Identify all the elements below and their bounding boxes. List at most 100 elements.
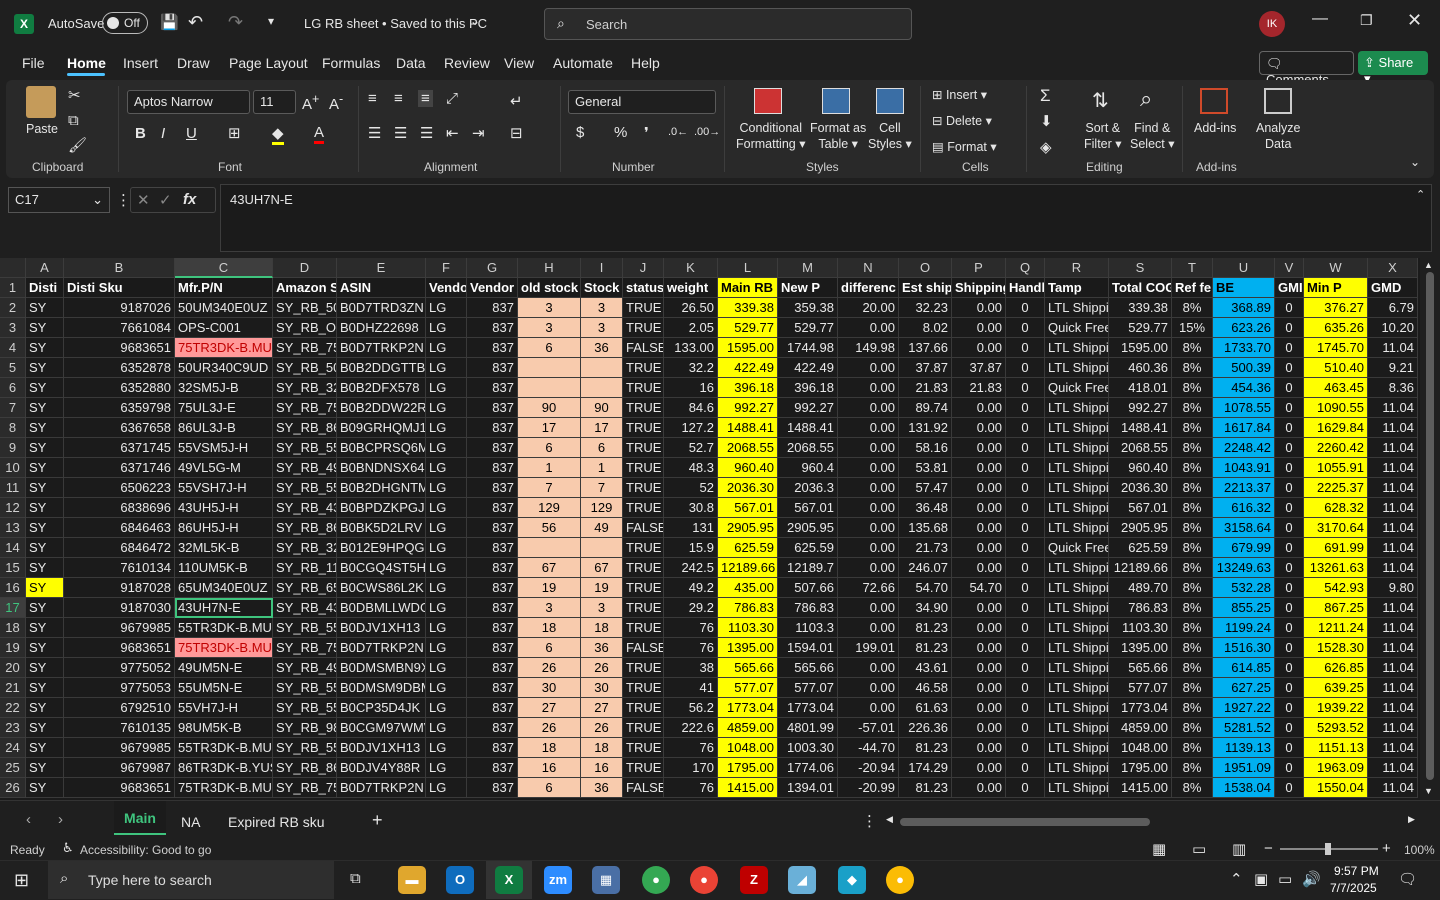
table-cell[interactable]: 6	[581, 438, 623, 458]
column-header[interactable]: M	[778, 258, 838, 278]
table-cell[interactable]: 837	[467, 358, 518, 378]
table-cell[interactable]: 786.83	[718, 598, 778, 618]
table-cell[interactable]: 2905.95	[778, 518, 838, 538]
table-cell[interactable]: 3158.64	[1213, 518, 1275, 538]
table-cell[interactable]: 0	[1006, 358, 1045, 378]
table-cell[interactable]: 0	[1006, 318, 1045, 338]
table-cell[interactable]: 0	[1275, 418, 1304, 438]
comments-button[interactable]: 🗨 Comments	[1259, 51, 1354, 87]
table-cell[interactable]: 0.00	[838, 438, 899, 458]
table-cell[interactable]: 86TR3DK-B.YUS	[175, 758, 273, 778]
table-cell[interactable]: 36.48	[899, 498, 952, 518]
table-cell[interactable]: 9679987	[64, 758, 175, 778]
tab-insert[interactable]: Insert	[123, 55, 158, 71]
table-cell[interactable]: 3	[518, 598, 581, 618]
table-cell[interactable]: 6792510	[64, 698, 175, 718]
table-cell[interactable]: 1594.01	[778, 638, 838, 658]
underline-icon[interactable]: U	[186, 125, 197, 142]
table-cell[interactable]: 2905.95	[1109, 518, 1172, 538]
table-cell[interactable]: 16	[518, 758, 581, 778]
decrease-decimal-icon[interactable]: .00→	[694, 126, 720, 138]
sort-filter-icon[interactable]: ⇅	[1092, 88, 1109, 113]
table-cell[interactable]: 0	[1275, 498, 1304, 518]
column-header[interactable]: N	[838, 258, 899, 278]
confirm-entry-icon[interactable]: ✓	[159, 191, 172, 209]
table-cell[interactable]: 6	[518, 778, 581, 798]
table-cell[interactable]: 565.66	[1109, 658, 1172, 678]
table-cell[interactable]: 7	[581, 478, 623, 498]
table-cell[interactable]: 0.00	[952, 558, 1006, 578]
table-cell[interactable]: 55VH7J-H	[175, 698, 273, 718]
font-name-select[interactable]: Aptos Narrow	[127, 90, 250, 114]
table-cell[interactable]: 38	[664, 658, 718, 678]
table-cell[interactable]: SY_RB_65U	[273, 578, 337, 598]
table-cell[interactable]: 0	[1275, 518, 1304, 538]
table-cell[interactable]: B0DHZ22698	[337, 318, 426, 338]
table-cell[interactable]: LTL Shippi	[1045, 298, 1109, 318]
table-cell[interactable]: 0.00	[952, 338, 1006, 358]
table-cell[interactable]: 11.04	[1368, 758, 1418, 778]
table-cell[interactable]: TRUE	[623, 458, 664, 478]
table-cell[interactable]: 1795.00	[1109, 758, 1172, 778]
table-cell[interactable]: SY	[26, 618, 64, 638]
table-cell[interactable]: B0B2DFX578	[337, 378, 426, 398]
tray-network-icon[interactable]: ▣	[1254, 870, 1268, 888]
table-cell[interactable]: 11.04	[1368, 658, 1418, 678]
table-cell[interactable]: LG	[426, 478, 467, 498]
table-cell[interactable]: 1048.00	[718, 738, 778, 758]
table-cell[interactable]: 0	[1006, 298, 1045, 318]
column-header[interactable]: F	[426, 258, 467, 278]
delete-cells-button[interactable]: ⊟ Delete ▾	[932, 113, 992, 129]
table-cell[interactable]: 8%	[1172, 698, 1213, 718]
table-cell[interactable]: 9775052	[64, 658, 175, 678]
column-header[interactable]: R	[1045, 258, 1109, 278]
table-cell[interactable]: TRUE	[623, 478, 664, 498]
table-cell[interactable]: LG	[426, 698, 467, 718]
table-cell[interactable]: 0	[1006, 678, 1045, 698]
table-cell[interactable]: LTL Shippi	[1045, 558, 1109, 578]
table-cell[interactable]: 3	[518, 298, 581, 318]
conditional-formatting-button[interactable]: Conditional Formatting ▾	[736, 120, 806, 152]
table-cell[interactable]: 8%	[1172, 538, 1213, 558]
table-cell[interactable]: 0	[1006, 598, 1045, 618]
header-cell[interactable]: Est ship	[899, 278, 952, 298]
table-cell[interactable]: 418.01	[1109, 378, 1172, 398]
table-cell[interactable]: 616.32	[1213, 498, 1275, 518]
table-cell[interactable]: 54.70	[899, 578, 952, 598]
table-cell[interactable]: SY	[26, 398, 64, 418]
table-cell[interactable]: 8%	[1172, 498, 1213, 518]
column-header[interactable]: G	[467, 258, 518, 278]
table-cell[interactable]: 30	[518, 678, 581, 698]
table-cell[interactable]: 422.49	[778, 358, 838, 378]
format-painter-icon[interactable]: 🖌	[68, 136, 87, 154]
table-cell[interactable]: LTL Shippi	[1045, 638, 1109, 658]
table-cell[interactable]: 2225.37	[1304, 478, 1368, 498]
table-cell[interactable]: 86UH5J-H	[175, 518, 273, 538]
table-cell[interactable]: SY	[26, 498, 64, 518]
row-header[interactable]: 26	[0, 778, 26, 798]
table-cell[interactable]: 9.80	[1368, 578, 1418, 598]
taskbar-search[interactable]: ⌕ Type here to search	[48, 861, 334, 899]
table-cell[interactable]: 0	[1006, 718, 1045, 738]
table-cell[interactable]: 11.04	[1368, 598, 1418, 618]
table-cell[interactable]: 41	[664, 678, 718, 698]
tab-help[interactable]: Help	[631, 55, 660, 71]
analyze-data-icon[interactable]	[1264, 88, 1292, 114]
taskbar-time[interactable]: 9:57 PM	[1334, 864, 1379, 878]
table-cell[interactable]: TRUE	[623, 538, 664, 558]
table-cell[interactable]: B0DMSMBN9X	[337, 658, 426, 678]
table-cell[interactable]: 0.00	[952, 778, 1006, 798]
table-cell[interactable]: 90	[581, 398, 623, 418]
table-cell[interactable]: B0DMSM9DBM	[337, 678, 426, 698]
table-cell[interactable]: 0	[1275, 298, 1304, 318]
table-cell[interactable]: 510.40	[1304, 358, 1368, 378]
autosave-toggle[interactable]: Off	[102, 12, 148, 34]
table-cell[interactable]	[518, 358, 581, 378]
column-header[interactable]: K	[664, 258, 718, 278]
table-cell[interactable]: 8%	[1172, 598, 1213, 618]
table-cell[interactable]: 6352880	[64, 378, 175, 398]
table-cell[interactable]: 8%	[1172, 678, 1213, 698]
table-cell[interactable]: FALSE	[623, 338, 664, 358]
table-cell[interactable]: 6371745	[64, 438, 175, 458]
outlook-icon[interactable]: O	[446, 866, 474, 894]
